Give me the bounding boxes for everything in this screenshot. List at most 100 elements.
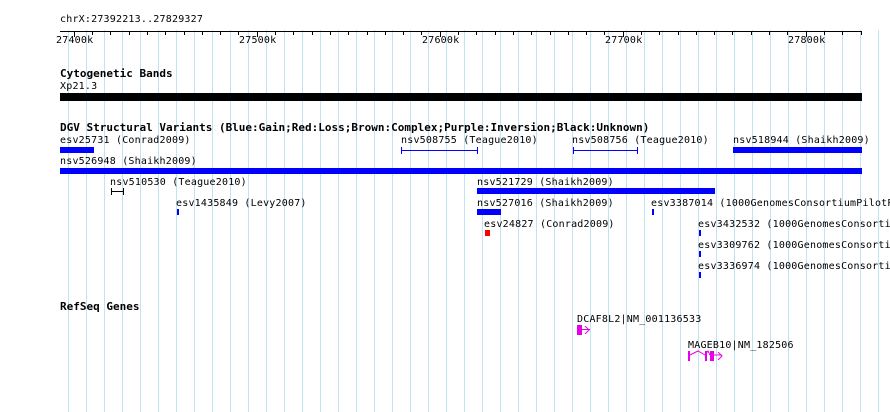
variant-label: esv3309762 (1000GenomesConsortiu [698, 240, 890, 251]
cytoband-bar[interactable] [60, 93, 862, 101]
ruler-tick-label: 27400k [56, 35, 94, 46]
grid-line [680, 30, 681, 412]
ruler-tick-minor [678, 32, 679, 35]
ruler-tick-minor [842, 32, 843, 35]
ruler-tick-minor [550, 32, 551, 35]
grid-line [338, 30, 339, 412]
cytoband-label: Xp21.3 [60, 81, 98, 92]
ruler-tick-minor [202, 32, 203, 35]
ruler-tick-minor [220, 32, 221, 35]
variant-bar-gain[interactable] [177, 209, 179, 215]
grid-line [410, 30, 411, 412]
variant-label: nsv508756 (Teague2010) [572, 135, 709, 146]
cytoband-track-title[interactable]: Cytogenetic Bands [60, 68, 173, 80]
gene-exon [710, 351, 714, 361]
ruler-tick-minor [751, 32, 752, 35]
variant-bar-gain[interactable] [652, 209, 654, 215]
ruler-tick-minor [531, 32, 532, 35]
variant-bar-gain[interactable] [60, 168, 862, 174]
ruler-tick-minor [861, 32, 862, 35]
variant-label: esv3432532 (1000GenomesConsortiu [698, 219, 890, 230]
variant-bar-gain[interactable] [477, 188, 715, 194]
gene-exon [705, 351, 707, 361]
ruler-tick-minor [385, 32, 386, 35]
variant-bar-gain[interactable] [60, 147, 94, 153]
grid-line [122, 30, 123, 412]
ruler-tick-minor [568, 32, 569, 35]
grid-line [374, 30, 375, 412]
variant-cap [123, 188, 124, 195]
variant-label: nsv526948 (Shaikh2009) [60, 156, 197, 167]
gene-label: DCAF8L2|NM_001136533 [577, 314, 702, 325]
variant-label: esv25731 (Conrad2009) [60, 135, 191, 146]
gene-exon [577, 325, 582, 335]
ruler-tick-minor [732, 32, 733, 35]
ruler-tick-minor [147, 32, 148, 35]
ruler-tick-minor [403, 32, 404, 35]
ruler-tick-minor [293, 32, 294, 35]
variant-bar-gain[interactable] [699, 251, 701, 257]
ruler-tick-minor [714, 32, 715, 35]
ruler-tick-minor [312, 32, 313, 35]
variant-label: esv24827 (Conrad2009) [484, 219, 615, 230]
genome-browser-view: chrX:27392213..27829327 27400k 27500k 27… [0, 0, 890, 412]
grid-line [392, 30, 393, 412]
ruler-axis [60, 31, 862, 32]
ruler-tick-minor [367, 32, 368, 35]
strand-arrow-icon [584, 326, 590, 334]
ruler-tick-minor [659, 32, 660, 35]
grid-line [626, 30, 627, 412]
ruler-tick-minor [110, 32, 111, 35]
variant-cap [637, 147, 638, 154]
grid-line [176, 30, 177, 412]
grid-line [104, 30, 105, 412]
grid-line [248, 30, 249, 412]
variant-bar-loss[interactable] [485, 230, 490, 236]
grid-line [662, 30, 663, 412]
ruler-tick-minor [513, 32, 514, 35]
ruler-tick-label: 27600k [422, 35, 460, 46]
grid-line [194, 30, 195, 412]
variant-label: esv3336974 (1000GenomesConsortiu [698, 261, 890, 272]
variant-whisker-unknown[interactable] [111, 191, 123, 192]
variant-bar-gain[interactable] [699, 230, 701, 236]
ruler-tick-minor [184, 32, 185, 35]
variant-label: nsv510530 (Teague2010) [110, 177, 247, 188]
grid-line [428, 30, 429, 412]
refseq-track-title[interactable]: RefSeq Genes [60, 301, 139, 313]
grid-line [212, 30, 213, 412]
ruler-tick-minor [348, 32, 349, 35]
variant-whisker-gain[interactable] [401, 150, 477, 151]
variant-label: esv1435849 (Levy2007) [176, 198, 307, 209]
grid-line [140, 30, 141, 412]
variant-bar-gain[interactable] [699, 272, 701, 278]
variant-cap [111, 188, 112, 195]
grid-line [356, 30, 357, 412]
grid-line [446, 30, 447, 412]
variant-cap [573, 147, 574, 154]
variant-label: nsv518944 (Shaikh2009) [733, 135, 870, 146]
ruler-tick-label: 27700k [605, 35, 643, 46]
variant-cap [401, 147, 402, 154]
dgv-track-title[interactable]: DGV Structural Variants (Blue:Gain;Red:L… [60, 122, 649, 134]
ruler-tick-minor [330, 32, 331, 35]
variant-label: nsv508755 (Teague2010) [401, 135, 538, 146]
grid-line [302, 30, 303, 412]
grid-line [644, 30, 645, 412]
ruler-tick-label: 27500k [239, 35, 277, 46]
ruler-tick-minor [769, 32, 770, 35]
variant-label: esv3387014 (1000GenomesConsortiumPilotPr [651, 198, 890, 209]
ruler-tick-minor [129, 32, 130, 35]
ruler-tick-minor [476, 32, 477, 35]
strand-arrow-icon [717, 352, 723, 360]
grid-line [158, 30, 159, 412]
variant-bar-gain[interactable] [477, 209, 501, 215]
ruler-tick-minor [696, 32, 697, 35]
position-label: chrX:27392213..27829327 [60, 14, 204, 25]
grid-line [266, 30, 267, 412]
variant-bar-gain[interactable] [733, 147, 862, 153]
ruler-tick-label: 27800k [788, 35, 826, 46]
grid-line [482, 30, 483, 412]
variant-whisker-gain[interactable] [573, 150, 637, 151]
ruler-tick-minor [586, 32, 587, 35]
